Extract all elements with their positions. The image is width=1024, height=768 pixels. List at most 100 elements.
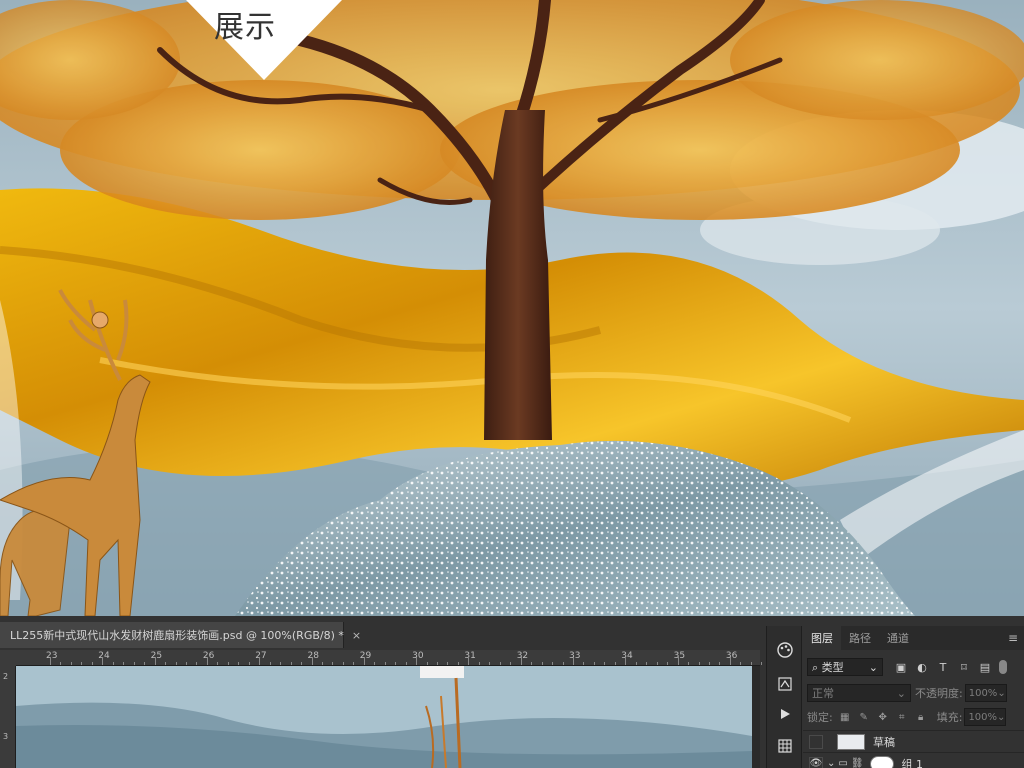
grid-icon[interactable] bbox=[775, 736, 795, 756]
ruler-tick bbox=[353, 662, 355, 665]
ruler-tick bbox=[520, 657, 522, 665]
ruler-tick bbox=[217, 662, 219, 665]
ruler-tick bbox=[259, 657, 261, 665]
tab-paths[interactable]: 路径 bbox=[841, 626, 879, 650]
ruler-tick bbox=[154, 657, 156, 665]
vertical-ruler-mark: 2 bbox=[3, 672, 9, 681]
ruler-mark: 26 bbox=[202, 651, 215, 661]
ruler-tick bbox=[478, 662, 480, 665]
ruler-tick bbox=[70, 662, 72, 665]
palette-icon[interactable] bbox=[775, 640, 795, 660]
ruler-tick bbox=[196, 662, 198, 665]
type-filter-icon[interactable]: T bbox=[937, 661, 949, 674]
ruler-tick bbox=[437, 662, 439, 665]
lock-row: 锁定: ▦ ✎ ✥ ⌗ 🔒︎ 填充: 100% ⌄ bbox=[807, 706, 1020, 728]
filter-icons: ▣ ◐ T ⌑ ▤ bbox=[895, 661, 991, 674]
lock-paint-icon[interactable]: ✎ bbox=[858, 711, 870, 723]
ruler-tick bbox=[248, 662, 250, 665]
eye-icon[interactable]: 👁︎ bbox=[809, 756, 823, 768]
panel-menu-icon[interactable]: ≡ bbox=[1008, 631, 1018, 645]
ruler-tick bbox=[91, 662, 93, 665]
ruler-mark: 29 bbox=[359, 651, 372, 661]
smart-object-filter-icon[interactable]: ▤ bbox=[979, 661, 991, 674]
search-icon: ⌕ bbox=[812, 661, 819, 674]
layer-mask-thumbnail bbox=[869, 755, 894, 768]
ruler-mark: 35 bbox=[673, 651, 686, 661]
ruler-tick bbox=[541, 662, 543, 665]
panel-icon-strip bbox=[766, 626, 802, 768]
layer-row[interactable]: 草稿 bbox=[803, 730, 1024, 752]
ruler-tick bbox=[688, 662, 690, 665]
document-canvas[interactable] bbox=[16, 666, 760, 768]
shape-filter-icon[interactable]: ⌑ bbox=[958, 661, 970, 674]
ruler-tick bbox=[133, 662, 135, 665]
vertical-ruler[interactable]: 2 3 bbox=[0, 666, 16, 768]
ruler-mark: 28 bbox=[307, 651, 319, 661]
play-icon[interactable] bbox=[775, 704, 795, 724]
ruler-mark: 32 bbox=[516, 651, 529, 661]
ruler-tick bbox=[342, 662, 344, 665]
chevron-down-icon[interactable]: ⌄ bbox=[827, 758, 835, 768]
fill-value: 100% bbox=[968, 711, 998, 723]
ruler-tick bbox=[280, 662, 282, 665]
ruler-tick bbox=[740, 662, 742, 665]
ruler-tick bbox=[447, 662, 449, 665]
ruler-tick bbox=[102, 657, 104, 665]
ruler-tick bbox=[405, 662, 407, 665]
ruler-tick bbox=[123, 662, 125, 665]
document-tab[interactable]: LL255新中式现代山水发财树鹿扇形装饰画.psd @ 100%(RGB/8) … bbox=[0, 622, 361, 648]
filter-label: 类型 bbox=[821, 661, 844, 674]
ruler-tick bbox=[750, 662, 752, 665]
ruler-tick bbox=[175, 662, 177, 665]
link-icon: ⛓︎ bbox=[850, 758, 864, 768]
chevron-down-icon: ⌄ bbox=[997, 711, 1006, 723]
lock-all-icon[interactable]: 🔒︎ bbox=[915, 711, 927, 723]
opacity-label: 不透明度: bbox=[915, 687, 963, 700]
display-badge-text: 展示 bbox=[214, 10, 276, 45]
adjustment-icon[interactable] bbox=[775, 674, 795, 694]
ruler-tick bbox=[761, 662, 763, 665]
ruler-tick bbox=[604, 662, 606, 665]
ruler-tick bbox=[531, 662, 533, 665]
folder-icon: ▭ bbox=[838, 758, 848, 768]
adjustment-filter-icon[interactable]: ◐ bbox=[916, 661, 928, 674]
lock-move-icon[interactable]: ✥ bbox=[877, 711, 889, 723]
ruler-tick bbox=[552, 662, 554, 665]
ruler-tick bbox=[583, 662, 585, 665]
ruler-tick bbox=[426, 662, 428, 665]
ruler-mark: 34 bbox=[621, 651, 633, 661]
ruler-tick bbox=[206, 657, 208, 665]
tab-layers[interactable]: 图层 bbox=[803, 626, 841, 650]
ruler-tick bbox=[489, 662, 491, 665]
layer-thumbnail bbox=[837, 733, 865, 750]
lock-artboard-icon[interactable]: ⌗ bbox=[896, 711, 908, 723]
horizontal-ruler[interactable]: 23 24 25 26 27 28 29 30 31 32 33 34 35 36 bbox=[16, 650, 773, 666]
chevron-down-icon: ⌄ bbox=[896, 686, 906, 700]
tab-channels[interactable]: 通道 bbox=[879, 626, 917, 650]
ruler-tick bbox=[301, 662, 303, 665]
ruler-tick bbox=[635, 662, 637, 665]
panel-tabs: 图层 路径 通道 ≡ bbox=[803, 626, 1024, 650]
ruler-tick bbox=[614, 662, 616, 665]
layer-filter-select[interactable]: ⌕ 类型 ⌄ bbox=[807, 658, 883, 676]
ruler-mark: 31 bbox=[464, 651, 476, 661]
fill-field[interactable]: 100% ⌄ bbox=[964, 708, 1007, 726]
image-filter-icon[interactable]: ▣ bbox=[895, 661, 907, 674]
ruler-tick bbox=[321, 662, 323, 665]
ruler-mark: 27 bbox=[255, 651, 267, 661]
ruler-tick bbox=[562, 662, 564, 665]
layer-filter-row: ⌕ 类型 ⌄ ▣ ◐ T ⌑ ▤ bbox=[807, 656, 1020, 678]
visibility-toggle[interactable] bbox=[809, 734, 823, 749]
filter-toggle[interactable] bbox=[999, 660, 1007, 674]
opacity-value: 100% bbox=[968, 687, 998, 699]
close-tab-icon[interactable]: × bbox=[352, 629, 361, 642]
blend-mode-select[interactable]: 正常 ⌄ bbox=[807, 684, 911, 702]
ruler-tick bbox=[290, 662, 292, 665]
ruler-mark: 36 bbox=[725, 651, 738, 661]
layer-row[interactable]: 👁︎ ⌄ ▭ ⛓︎ 组 1 bbox=[803, 752, 1024, 768]
ruler-tick bbox=[667, 662, 669, 665]
ruler-mark: 30 bbox=[412, 651, 424, 661]
opacity-field[interactable]: 100% ⌄ bbox=[964, 684, 1007, 702]
lock-transparent-icon[interactable]: ▦ bbox=[839, 711, 851, 723]
ruler-tick bbox=[457, 662, 459, 665]
